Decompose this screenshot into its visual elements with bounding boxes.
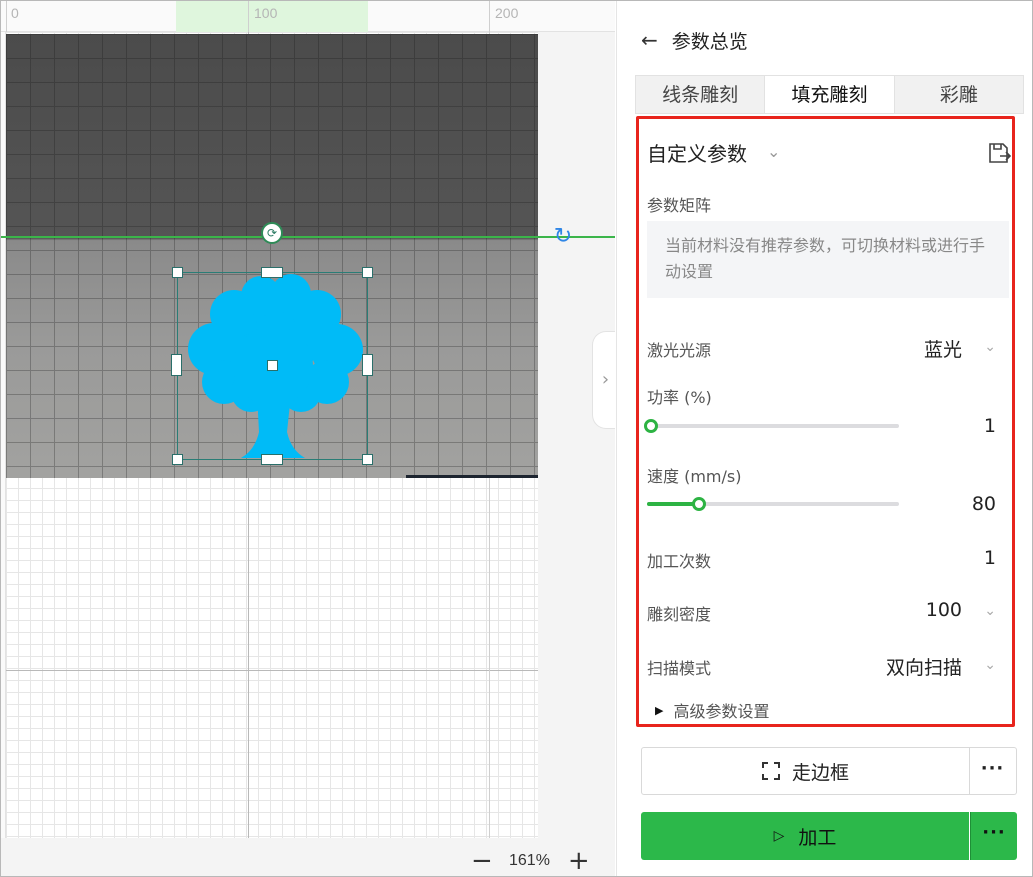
- advanced-settings-label: 高级参数设置: [673, 702, 770, 721]
- ruler-tick: [6, 1, 7, 32]
- advanced-settings-toggle[interactable]: ▶ 高级参数设置: [655, 698, 769, 722]
- ruler-label: 200: [495, 5, 519, 21]
- laser-source-select[interactable]: 蓝光: [924, 335, 962, 362]
- resize-handle[interactable]: [172, 267, 183, 278]
- grid-major-line: [6, 670, 538, 671]
- preset-select[interactable]: 自定义参数: [647, 138, 747, 167]
- tab-fill-engrave[interactable]: 填充雕刻: [764, 76, 895, 113]
- parameter-panel: ← 参数总览 线条雕刻 填充雕刻 彩雕 自定义参数 ⌄ 参数矩阵 当前材料没有推…: [616, 1, 1032, 876]
- resize-handle[interactable]: [362, 454, 373, 465]
- passes-label: 加工次数: [647, 552, 712, 571]
- chevron-down-icon[interactable]: ⌄: [984, 657, 996, 673]
- tab-line-engrave[interactable]: 线条雕刻: [636, 76, 764, 113]
- zoom-controls: − 161% +: [471, 846, 590, 876]
- density-select[interactable]: 100: [926, 599, 962, 621]
- rotate-icon[interactable]: ↻: [553, 222, 573, 252]
- resize-handle[interactable]: [362, 354, 373, 376]
- power-slider[interactable]: [644, 419, 899, 433]
- process-more-button[interactable]: ···: [970, 812, 1017, 860]
- chevron-down-icon[interactable]: ⌄: [984, 603, 996, 619]
- ruler-label: 0: [11, 5, 19, 21]
- speed-value[interactable]: 80: [972, 493, 996, 515]
- zoom-in-button[interactable]: +: [568, 846, 590, 876]
- speed-slider-thumb[interactable]: [692, 497, 706, 511]
- play-icon: ▷: [773, 828, 785, 844]
- frame-more-button[interactable]: ···: [969, 747, 1017, 795]
- matrix-label: 参数矩阵: [647, 196, 712, 215]
- frame-dashed-square-icon: [761, 762, 780, 780]
- save-export-icon[interactable]: [987, 141, 1011, 165]
- panel-toggle-chevron-icon[interactable]: ›: [592, 331, 615, 429]
- chevron-down-icon[interactable]: ⌄: [767, 142, 780, 161]
- speed-label: 速度 (mm/s): [647, 467, 742, 486]
- power-label: 功率 (%): [647, 388, 712, 407]
- resize-handle[interactable]: [362, 267, 373, 278]
- position-guide-line[interactable]: [1, 236, 615, 238]
- engrave-mode-tabs: 线条雕刻 填充雕刻 彩雕: [635, 75, 1024, 114]
- zoom-out-button[interactable]: −: [471, 846, 493, 876]
- ruler-tick: [248, 1, 249, 32]
- scan-mode-label: 扫描模式: [647, 659, 712, 678]
- resize-handle[interactable]: [171, 354, 182, 376]
- power-value[interactable]: 1: [984, 415, 996, 437]
- ruler-top: 0 100 200: [1, 1, 615, 32]
- process-button-label: 加工: [798, 826, 837, 849]
- laser-source-label: 激光光源: [647, 341, 712, 360]
- ruler-tick: [489, 1, 490, 32]
- resize-handle[interactable]: [261, 454, 283, 465]
- process-button[interactable]: ▷ 加工: [641, 812, 969, 860]
- camera-image-edge: [406, 475, 538, 478]
- scan-mode-select[interactable]: 双向扫描: [886, 653, 962, 680]
- panel-title: 参数总览: [671, 30, 748, 53]
- speed-slider[interactable]: [647, 497, 899, 511]
- tab-color-engrave[interactable]: 彩雕: [895, 76, 1023, 113]
- frame-button[interactable]: 走边框: [641, 747, 970, 795]
- back-arrow-icon[interactable]: ←: [641, 28, 658, 52]
- chevron-down-icon[interactable]: ⌄: [984, 339, 996, 355]
- matrix-empty-message: 当前材料没有推荐参数，可切换材料或进行手动设置: [647, 221, 1009, 298]
- panel-header: ← 参数总览: [641, 25, 748, 55]
- power-slider-thumb[interactable]: [644, 419, 658, 433]
- resize-handle[interactable]: [261, 267, 283, 278]
- ruler-label: 100: [254, 5, 278, 21]
- resize-handle[interactable]: [172, 454, 183, 465]
- rotate-handle-icon[interactable]: ⟳: [261, 222, 283, 244]
- canvas-area[interactable]: 0 100 200 ↻ ⟳ › − 161% +: [1, 1, 615, 876]
- center-handle[interactable]: [267, 360, 278, 371]
- frame-button-label: 走边框: [791, 761, 849, 784]
- density-label: 雕刻密度: [647, 605, 712, 624]
- expand-triangle-icon: ▶: [655, 703, 664, 717]
- passes-value[interactable]: 1: [984, 547, 996, 569]
- zoom-level: 161%: [509, 852, 550, 869]
